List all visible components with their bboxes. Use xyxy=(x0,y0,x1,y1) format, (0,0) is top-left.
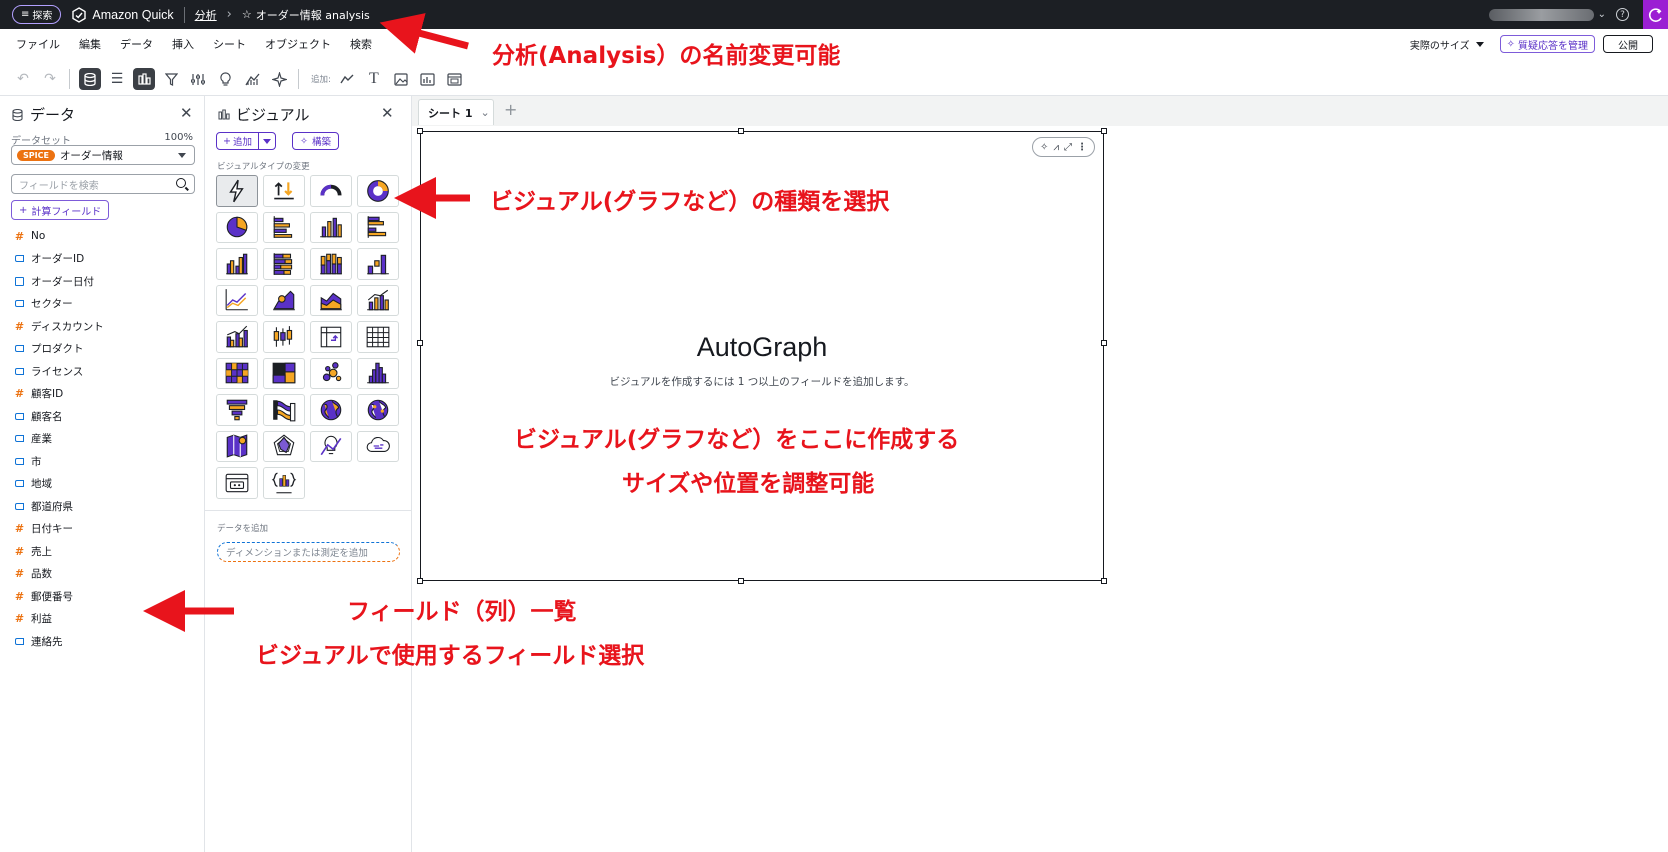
annotation-analysis-rename: 分析(Analysis）の名前変更可能 xyxy=(492,43,841,69)
annotation-field-list: フィールド（列）一覧 xyxy=(347,599,577,625)
annotation-field-select: ビジュアルで使用するフィールド選択 xyxy=(256,643,645,669)
annotation-arrow xyxy=(379,13,469,54)
annotation-resize: サイズや位置を調整可能 xyxy=(622,471,875,497)
app-root: { "topbar": { "explore_label": "探索", "ap… xyxy=(0,0,1668,852)
annotation-visual-type: ビジュアル(グラフなど）の種類を選択 xyxy=(490,189,890,215)
annotation-create-here: ビジュアル(グラフなど）をここに作成する xyxy=(514,427,960,453)
